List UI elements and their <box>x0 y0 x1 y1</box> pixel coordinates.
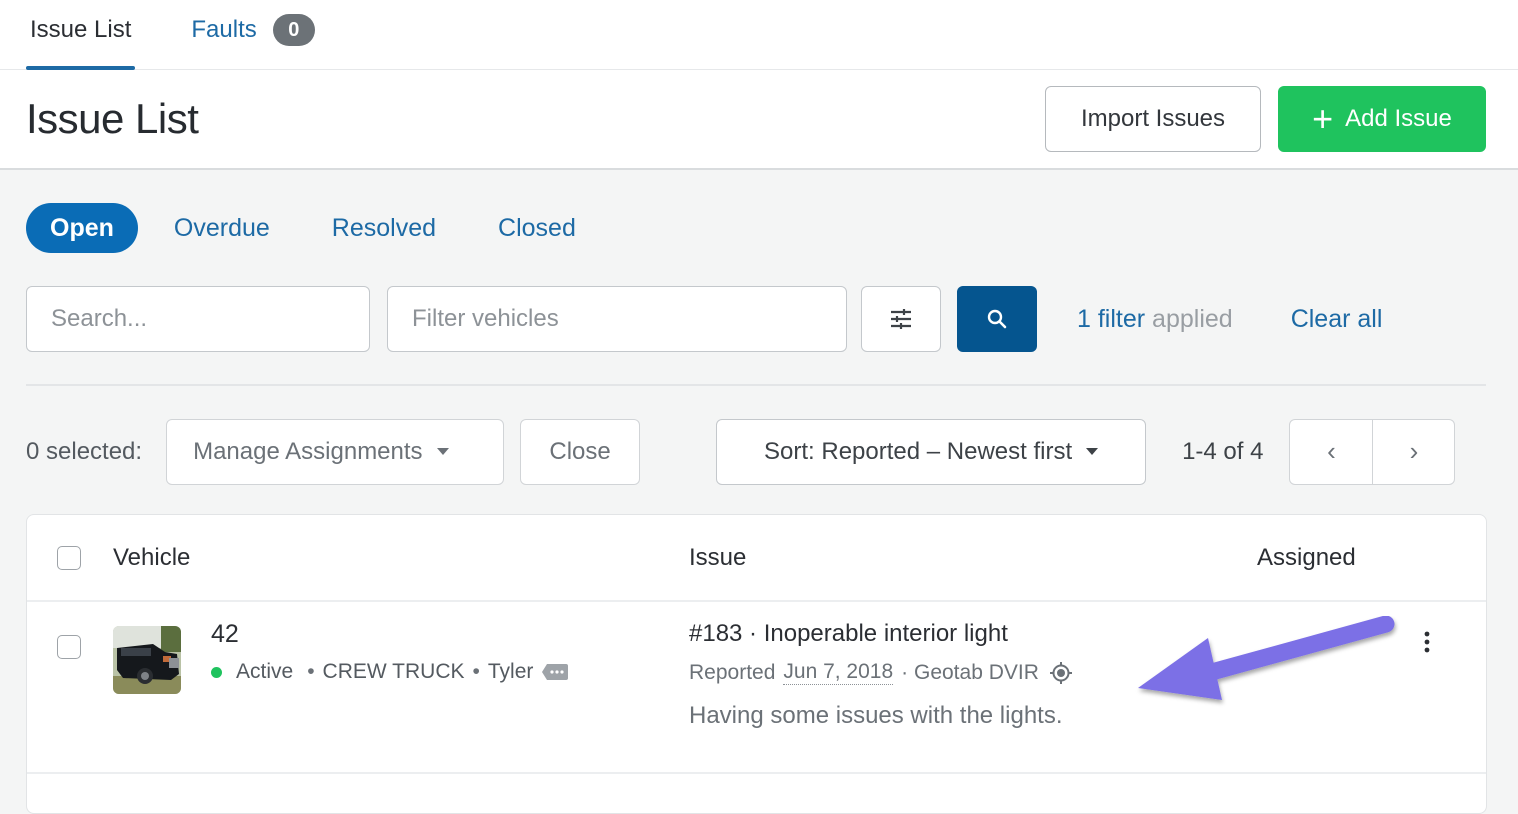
page-title: Issue List <box>26 95 199 142</box>
row-checkbox[interactable] <box>57 635 81 659</box>
header-actions: Import Issues + Add Issue <box>1045 86 1486 152</box>
filter-bar: 1 filter applied Clear all <box>0 254 1518 352</box>
status-tab-open[interactable]: Open <box>26 203 138 253</box>
comment-icon[interactable] <box>541 662 569 682</box>
vehicle-meta: Active • CREW TRUCK • Tyler <box>211 660 569 684</box>
pagination-count: 1-4 of 4 <box>1182 437 1264 465</box>
chevron-right-icon: › <box>1409 436 1419 466</box>
faults-count-badge: 0 <box>272 14 315 46</box>
plus-icon: + <box>1312 98 1334 139</box>
reported-date[interactable]: Jun 7, 2018 <box>783 660 894 685</box>
search-button[interactable] <box>957 286 1037 352</box>
top-area: Issue List Faults 0 Issue List Import Is… <box>0 0 1518 170</box>
select-all-checkbox[interactable] <box>57 546 81 570</box>
clear-all-link[interactable]: Clear all <box>1291 305 1383 334</box>
next-page-button[interactable]: › <box>1372 419 1454 484</box>
selected-count: 0 selected: <box>26 437 143 465</box>
filter-applied-text[interactable]: 1 filter applied <box>1077 305 1233 334</box>
search-input[interactable] <box>26 286 370 352</box>
location-target-icon[interactable] <box>1049 661 1073 685</box>
tab-issue-list[interactable]: Issue List <box>26 0 136 70</box>
import-issues-button[interactable]: Import Issues <box>1045 86 1261 152</box>
separator-dot: • <box>307 660 315 683</box>
status-tab-resolved[interactable]: Resolved <box>332 203 436 253</box>
filter-vehicles-input[interactable] <box>387 286 847 352</box>
column-header-assigned[interactable]: Assigned <box>1257 544 1356 572</box>
caret-down-icon <box>436 448 449 455</box>
manage-assignments-dropdown[interactable]: Manage Assignments <box>166 418 505 485</box>
table-header: Vehicle Issue Assigned <box>27 515 1486 602</box>
column-header-vehicle[interactable]: Vehicle <box>113 544 190 572</box>
tab-faults[interactable]: Faults 0 <box>187 0 318 69</box>
page-tabs: Issue List Faults 0 <box>0 0 1518 70</box>
search-icon <box>987 309 1007 329</box>
status-tab-overdue[interactable]: Overdue <box>174 203 270 253</box>
add-issue-button[interactable]: + Add Issue <box>1278 86 1486 152</box>
sort-dropdown[interactable]: Sort: Reported – Newest first <box>716 418 1147 485</box>
vehicle-operator[interactable]: Tyler <box>488 660 534 684</box>
chevron-left-icon: ‹ <box>1327 436 1336 466</box>
issue-description: Having some issues with the lights. <box>689 702 1063 729</box>
kebab-menu-icon <box>1424 631 1430 653</box>
issues-table: Vehicle Issue Assigned 42 Active • CREW … <box>26 514 1487 814</box>
page-header: Issue List Import Issues + Add Issue <box>0 70 1518 170</box>
vehicle-name-link[interactable]: 42 <box>211 620 239 649</box>
status-tab-closed[interactable]: Closed <box>498 203 576 253</box>
column-header-issue[interactable]: Issue <box>689 544 746 572</box>
bulk-actions-bar: 0 selected: Manage Assignments Close Sor… <box>0 386 1518 485</box>
vehicle-status: Active <box>236 660 294 683</box>
prev-page-button[interactable]: ‹ <box>1290 420 1372 484</box>
status-tabs: Open Overdue Resolved Closed <box>0 170 1518 254</box>
issue-meta: Reported Jun 7, 2018 · Geotab DVIR <box>689 660 1073 685</box>
table-row[interactable]: 42 Active • CREW TRUCK • Tyler #183 · In… <box>27 602 1486 774</box>
pagination-controls: ‹ › <box>1289 418 1456 485</box>
vehicle-type: CREW TRUCK <box>322 660 465 683</box>
status-active-dot <box>211 666 222 678</box>
close-issues-button[interactable]: Close <box>520 418 641 485</box>
row-actions-menu[interactable] <box>1419 626 1435 663</box>
filter-settings-button[interactable] <box>861 286 941 352</box>
vehicle-thumbnail[interactable] <box>113 626 181 694</box>
issue-title-link[interactable]: #183 · Inoperable interior light <box>689 620 1008 648</box>
sliders-icon <box>891 309 911 329</box>
truck-photo <box>113 626 181 694</box>
caret-down-icon <box>1086 448 1099 455</box>
issue-source: · Geotab DVIR <box>901 660 1039 684</box>
separator-dot: • <box>472 660 480 683</box>
